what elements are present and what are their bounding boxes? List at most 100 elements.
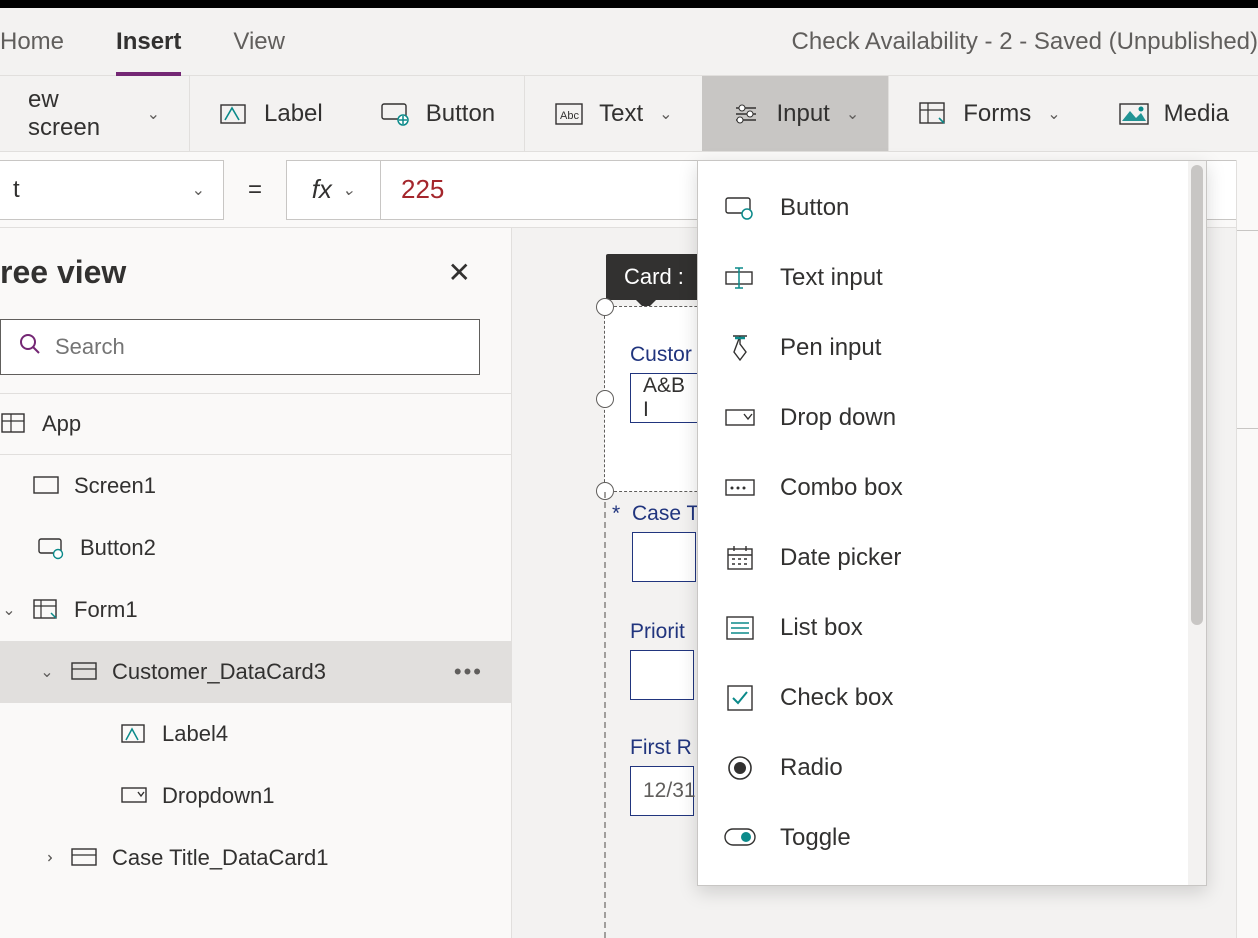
input-dropdown-menu: Button Text input Pen input Drop down Co… xyxy=(697,160,1207,886)
checkbox-icon xyxy=(724,684,756,712)
forms-menu-button[interactable]: Forms ⌄ xyxy=(889,76,1089,151)
tree-view-panel: ree view ✕ App ⌄ xyxy=(0,228,512,938)
chevron-down-icon: ⌄ xyxy=(659,104,672,124)
menu-item-text-input[interactable]: Text input xyxy=(698,243,1188,313)
label-icon xyxy=(218,100,250,128)
button-icon xyxy=(724,194,756,222)
button-icon xyxy=(38,537,66,559)
resize-handle[interactable] xyxy=(596,298,614,316)
tree-node-label4[interactable]: Label4 xyxy=(0,703,511,765)
input-menu-button[interactable]: Input ⌄ xyxy=(702,76,888,151)
resize-handle[interactable] xyxy=(596,390,614,408)
menu-item-toggle[interactable]: Toggle xyxy=(698,803,1188,873)
button-button[interactable]: Button xyxy=(352,76,524,151)
label-text: Label xyxy=(264,100,323,128)
tree-list: App ⌄ Screen1 Button2 ⌄ Form xyxy=(0,393,511,938)
field-input[interactable]: 12/31 xyxy=(630,766,694,816)
menu-item-label: Radio xyxy=(780,754,843,782)
chevron-down-icon: ⌄ xyxy=(192,180,205,200)
menu-item-drop-down[interactable]: Drop down xyxy=(698,383,1188,453)
menu-item-list-box[interactable]: List box xyxy=(698,593,1188,663)
menu-item-radio[interactable]: Radio xyxy=(698,733,1188,803)
menu-item-label: Text input xyxy=(780,264,883,292)
fx-label: fx xyxy=(312,174,332,205)
datacard-icon xyxy=(70,661,98,683)
menu-item-label: Check box xyxy=(780,684,893,712)
search-input[interactable] xyxy=(0,319,480,375)
field-input[interactable]: A&B I xyxy=(630,373,700,423)
expand-icon[interactable]: ⌄ xyxy=(38,662,56,682)
tree-node-screen1[interactable]: ⌄ Screen1 xyxy=(0,455,511,517)
tree-node-label: Button2 xyxy=(80,535,156,561)
media-menu-button[interactable]: Media xyxy=(1090,76,1258,151)
tree-node-casetitle-datacard1[interactable]: ⌄ Case Title_DataCard1 xyxy=(0,827,511,889)
tree-node-dropdown1[interactable]: Dropdown1 xyxy=(0,765,511,827)
menu-item-button[interactable]: Button xyxy=(698,173,1188,243)
canvas-field-casetitle[interactable]: Case T xyxy=(632,502,699,582)
right-panel-edge xyxy=(1236,160,1258,938)
search-field[interactable] xyxy=(55,334,461,360)
label-button[interactable]: Label xyxy=(190,76,352,151)
chevron-down-icon: ⌄ xyxy=(1047,104,1060,124)
field-input[interactable] xyxy=(632,532,696,582)
pen-input-icon xyxy=(724,334,756,362)
selection-tooltip: Card : xyxy=(606,254,702,300)
text-icon: Abc xyxy=(553,100,585,128)
listbox-icon xyxy=(724,614,756,642)
tree-node-customer-datacard3[interactable]: ⌄ Customer_DataCard3 ••• xyxy=(0,641,511,703)
tree-node-app[interactable]: App xyxy=(0,393,511,455)
field-label: Case T xyxy=(632,502,699,526)
input-label: Input xyxy=(776,100,829,128)
property-selector[interactable]: t ⌄ xyxy=(0,160,224,220)
button-text: Button xyxy=(426,100,495,128)
tree-node-button2[interactable]: Button2 xyxy=(0,517,511,579)
tree-node-label: Label4 xyxy=(162,721,228,747)
radio-icon xyxy=(724,754,756,782)
fx-button[interactable]: fx ⌄ xyxy=(286,160,380,220)
menu-item-pen-input[interactable]: Pen input xyxy=(698,313,1188,383)
field-label: First R xyxy=(630,736,694,760)
menu-item-check-box[interactable]: Check box xyxy=(698,663,1188,733)
field-input[interactable] xyxy=(630,650,694,700)
card-bound-left xyxy=(604,492,606,938)
menu-item-label: Button xyxy=(780,194,849,222)
dropdown-scrollbar[interactable] xyxy=(1188,161,1206,885)
menu-item-label: List box xyxy=(780,614,863,642)
field-label: Custor xyxy=(630,343,700,367)
formula-value: 225 xyxy=(401,174,444,205)
expand-icon[interactable]: ⌄ xyxy=(0,600,18,620)
chevron-down-icon: ⌄ xyxy=(342,180,355,200)
tab-view[interactable]: View xyxy=(207,8,311,75)
dropdown-icon xyxy=(120,785,148,807)
menu-item-date-picker[interactable]: Date picker xyxy=(698,523,1188,593)
tab-insert[interactable]: Insert xyxy=(90,8,207,75)
close-icon[interactable]: ✕ xyxy=(436,248,483,297)
scrollbar-thumb[interactable] xyxy=(1191,165,1203,625)
canvas-field-first-r[interactable]: First R 12/31 xyxy=(630,736,694,816)
menu-item-combo-box[interactable]: Combo box xyxy=(698,453,1188,523)
menu-item-label: Combo box xyxy=(780,474,903,502)
app-icon xyxy=(0,413,28,435)
datacard-icon xyxy=(70,847,98,869)
new-screen-button[interactable]: ew screen ⌄ xyxy=(0,76,189,151)
expand-icon[interactable]: ⌄ xyxy=(37,849,57,867)
toggle-icon xyxy=(724,824,756,852)
text-menu-button[interactable]: Abc Text ⌄ xyxy=(525,76,701,151)
app-title: Check Availability - 2 - Saved (Unpublis… xyxy=(792,28,1258,56)
tree-node-label: App xyxy=(42,411,81,437)
window-top-border xyxy=(0,0,1258,8)
tree-node-label: Dropdown1 xyxy=(162,783,275,809)
tree-node-label: Customer_DataCard3 xyxy=(112,659,326,685)
canvas-field-customer[interactable]: Custor A&B I xyxy=(630,343,700,423)
canvas-field-priority[interactable]: Priorit xyxy=(630,620,694,700)
tab-home[interactable]: Home xyxy=(0,8,90,75)
input-icon xyxy=(730,100,762,128)
more-options-icon[interactable]: ••• xyxy=(454,659,483,685)
menu-item-label: Pen input xyxy=(780,334,881,362)
label-icon xyxy=(120,723,148,745)
tree-node-form1[interactable]: ⌄ Form1 xyxy=(0,579,511,641)
menu-item-label: Date picker xyxy=(780,544,901,572)
media-icon xyxy=(1118,100,1150,128)
menu-item-label: Drop down xyxy=(780,404,896,432)
screen-icon xyxy=(32,475,60,497)
